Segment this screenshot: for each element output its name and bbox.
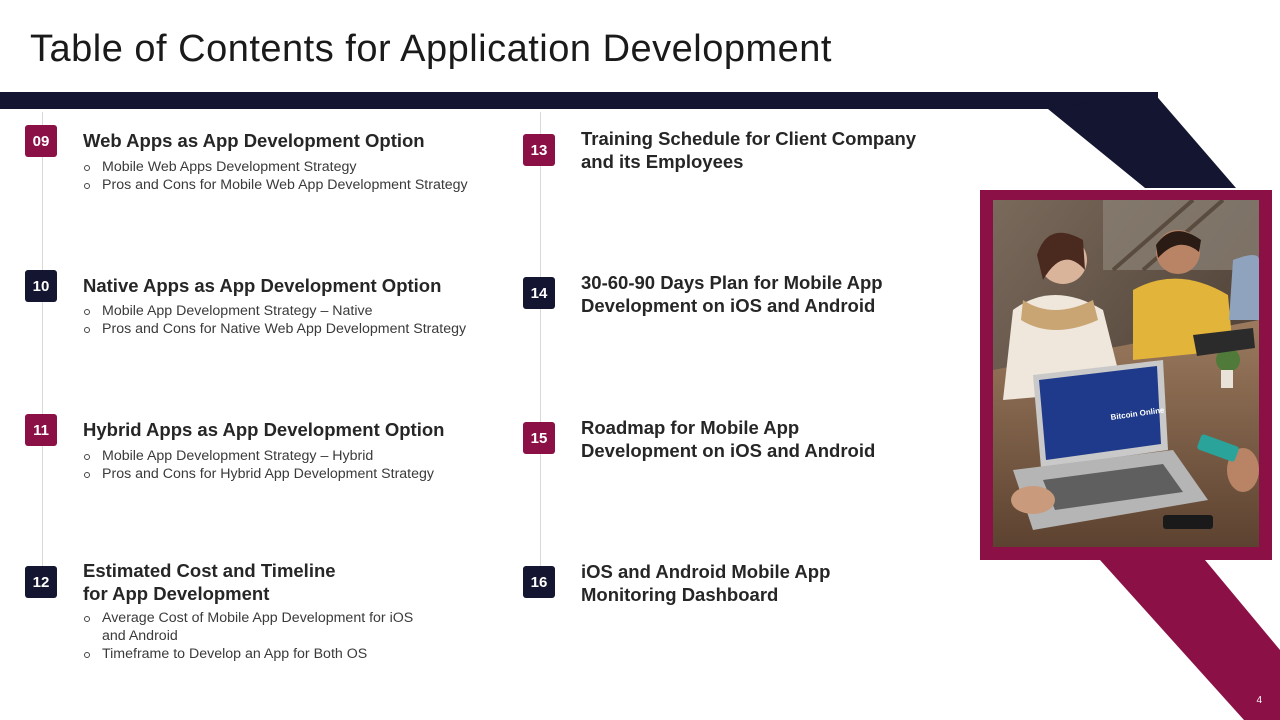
photo-illustration: Bitcoin Online [993, 200, 1259, 547]
heading-line: iOS and Android Mobile App [581, 561, 831, 582]
heading-line: Development on iOS and Android [581, 295, 876, 316]
list-item: Mobile Web Apps Development Strategy [83, 158, 468, 176]
item-number-12: 12 [25, 566, 57, 598]
heading-line: 30-60-90 Days Plan for Mobile App [581, 272, 883, 293]
item-heading-14: 30-60-90 Days Plan for Mobile App Develo… [581, 271, 883, 317]
list-item: Timeframe to Develop an App for Both OS [83, 645, 413, 663]
page-number: 4 [1256, 695, 1262, 706]
list-item: Pros and Cons for Hybrid App Development… [83, 465, 434, 483]
item-number-11: 11 [25, 414, 57, 446]
item-heading-12: Estimated Cost and Timeline for App Deve… [83, 559, 336, 605]
item-bullets-12: Average Cost of Mobile App Development f… [83, 609, 413, 663]
heading-line: Monitoring Dashboard [581, 584, 779, 605]
maroon-diagonal [1100, 560, 1280, 720]
item-number-10: 10 [25, 270, 57, 302]
team-meeting-photo: Bitcoin Online [993, 200, 1259, 547]
heading-line: Training Schedule for Client Company [581, 128, 917, 149]
item-number-09: 09 [25, 125, 57, 157]
heading-line: Estimated Cost and Timeline [83, 560, 336, 581]
item-number-16: 16 [523, 566, 555, 598]
list-item: Mobile App Development Strategy – Hybrid [83, 447, 434, 465]
list-item: Pros and Cons for Native Web App Develop… [83, 320, 466, 338]
item-heading-13: Training Schedule for Client Company and… [581, 127, 916, 173]
left-timeline-line [42, 112, 43, 587]
navy-band [0, 92, 1158, 109]
bullet-text: and Android [102, 628, 178, 644]
item-bullets-11: Mobile App Development Strategy – Hybrid… [83, 447, 434, 483]
list-item: Mobile App Development Strategy – Native [83, 302, 466, 320]
item-number-14: 14 [523, 277, 555, 309]
item-heading-15: Roadmap for Mobile App Development on iO… [581, 416, 875, 462]
page-title: Table of Contents for Application Develo… [30, 28, 832, 70]
heading-line: for App Development [83, 583, 270, 604]
item-heading-16: iOS and Android Mobile App Monitoring Da… [581, 560, 830, 606]
item-heading-11: Hybrid Apps as App Development Option [83, 419, 445, 440]
bullet-text: Average Cost of Mobile App Development f… [102, 610, 414, 626]
list-item: Pros and Cons for Mobile Web App Develop… [83, 176, 468, 194]
item-heading-09: Web Apps as App Development Option [83, 130, 425, 151]
item-bullets-10: Mobile App Development Strategy – Native… [83, 302, 466, 338]
item-bullets-09: Mobile Web Apps Development Strategy Pro… [83, 158, 468, 194]
item-heading-10: Native Apps as App Development Option [83, 275, 442, 296]
item-number-13: 13 [523, 134, 555, 166]
heading-line: and its Employees [581, 151, 744, 172]
navy-diagonal [1048, 92, 1236, 188]
heading-line: Development on iOS and Android [581, 440, 876, 461]
item-number-15: 15 [523, 422, 555, 454]
list-item: Average Cost of Mobile App Development f… [83, 609, 413, 645]
heading-line: Roadmap for Mobile App [581, 417, 800, 438]
right-timeline-line [540, 112, 541, 572]
